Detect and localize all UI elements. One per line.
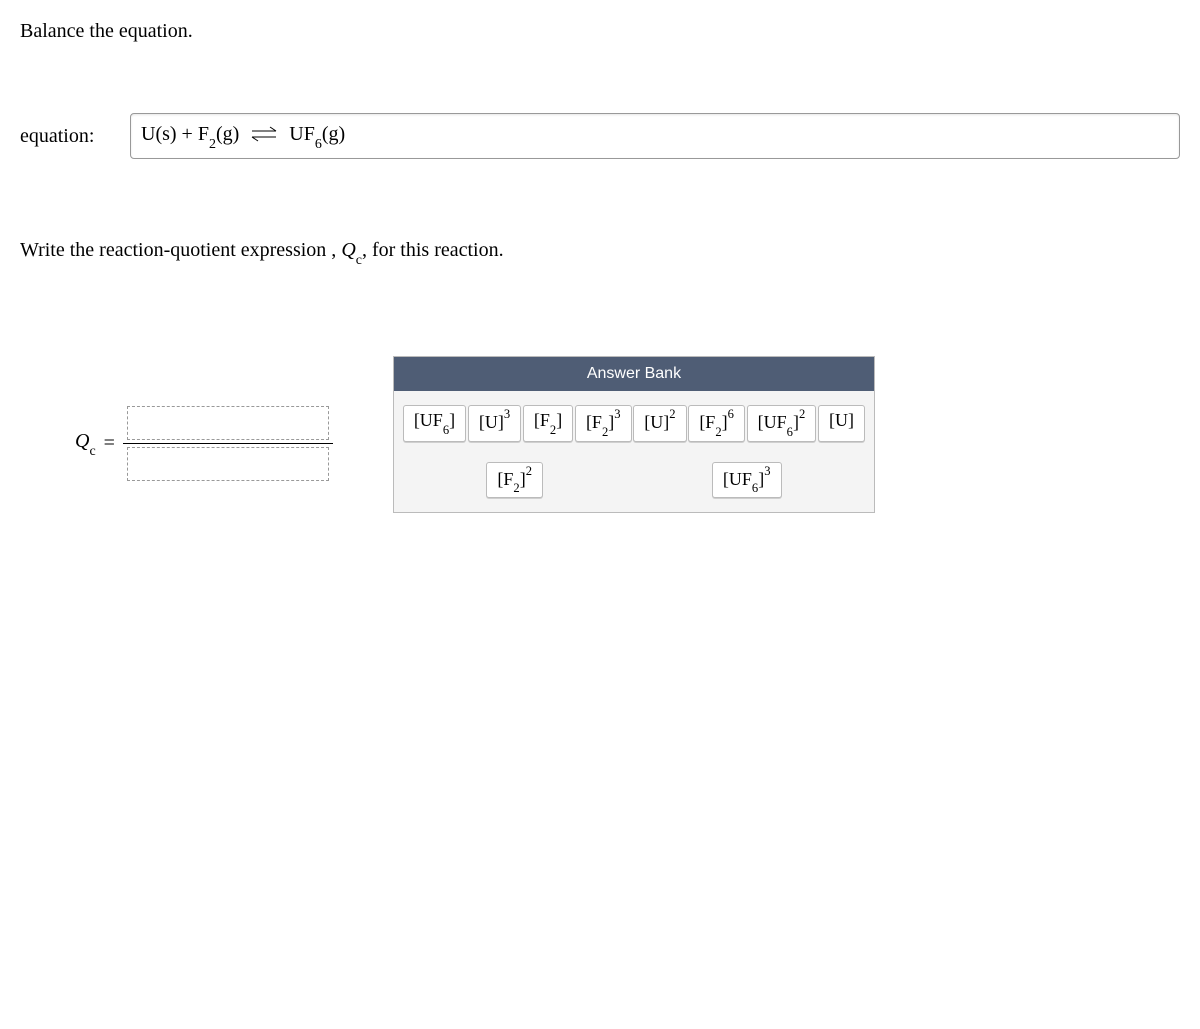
- answer-tile[interactable]: [F2]2: [486, 462, 543, 499]
- equation-input[interactable]: U(s) + F2(g) UF6(g): [130, 113, 1180, 159]
- qc-row: Qc = Answer Bank [UF6][U]3[F2][F2]3[U]2[…: [20, 356, 1180, 513]
- answer-tile[interactable]: [U]: [818, 405, 865, 442]
- answer-tile[interactable]: [F2]6: [688, 405, 745, 442]
- equation-label: equation:: [20, 125, 110, 148]
- equilibrium-arrows-icon: [250, 128, 278, 142]
- answer-tile[interactable]: [UF6]: [403, 405, 466, 442]
- qc-fraction: [123, 406, 333, 481]
- answer-tile[interactable]: [UF6]3: [712, 462, 782, 499]
- qc-expression: Qc =: [75, 406, 333, 481]
- answer-tile[interactable]: [F2]: [523, 405, 573, 442]
- answer-bank-header: Answer Bank: [394, 357, 874, 391]
- balance-prompt: Balance the equation.: [20, 20, 1180, 43]
- answer-tile[interactable]: [F2]3: [575, 405, 632, 442]
- equation-text: U(s) + F2(g) UF6(g): [141, 123, 345, 150]
- answer-tile[interactable]: [UF6]2: [747, 405, 817, 442]
- numerator-drop-zone[interactable]: [127, 406, 329, 440]
- answer-tile[interactable]: [U]2: [633, 405, 686, 442]
- denominator-drop-zone[interactable]: [127, 447, 329, 481]
- answer-bank: Answer Bank [UF6][U]3[F2][F2]3[U]2[F2]6[…: [393, 356, 875, 513]
- equation-row: equation: U(s) + F2(g) UF6(g): [20, 113, 1180, 159]
- write-qc-prompt: Write the reaction-quotient expression ,…: [20, 239, 1180, 266]
- answer-bank-body: [UF6][U]3[F2][F2]3[U]2[F2]6[UF6]2[U] [F2]…: [394, 391, 874, 512]
- fraction-bar: [123, 443, 333, 444]
- answer-tile[interactable]: [U]3: [468, 405, 521, 442]
